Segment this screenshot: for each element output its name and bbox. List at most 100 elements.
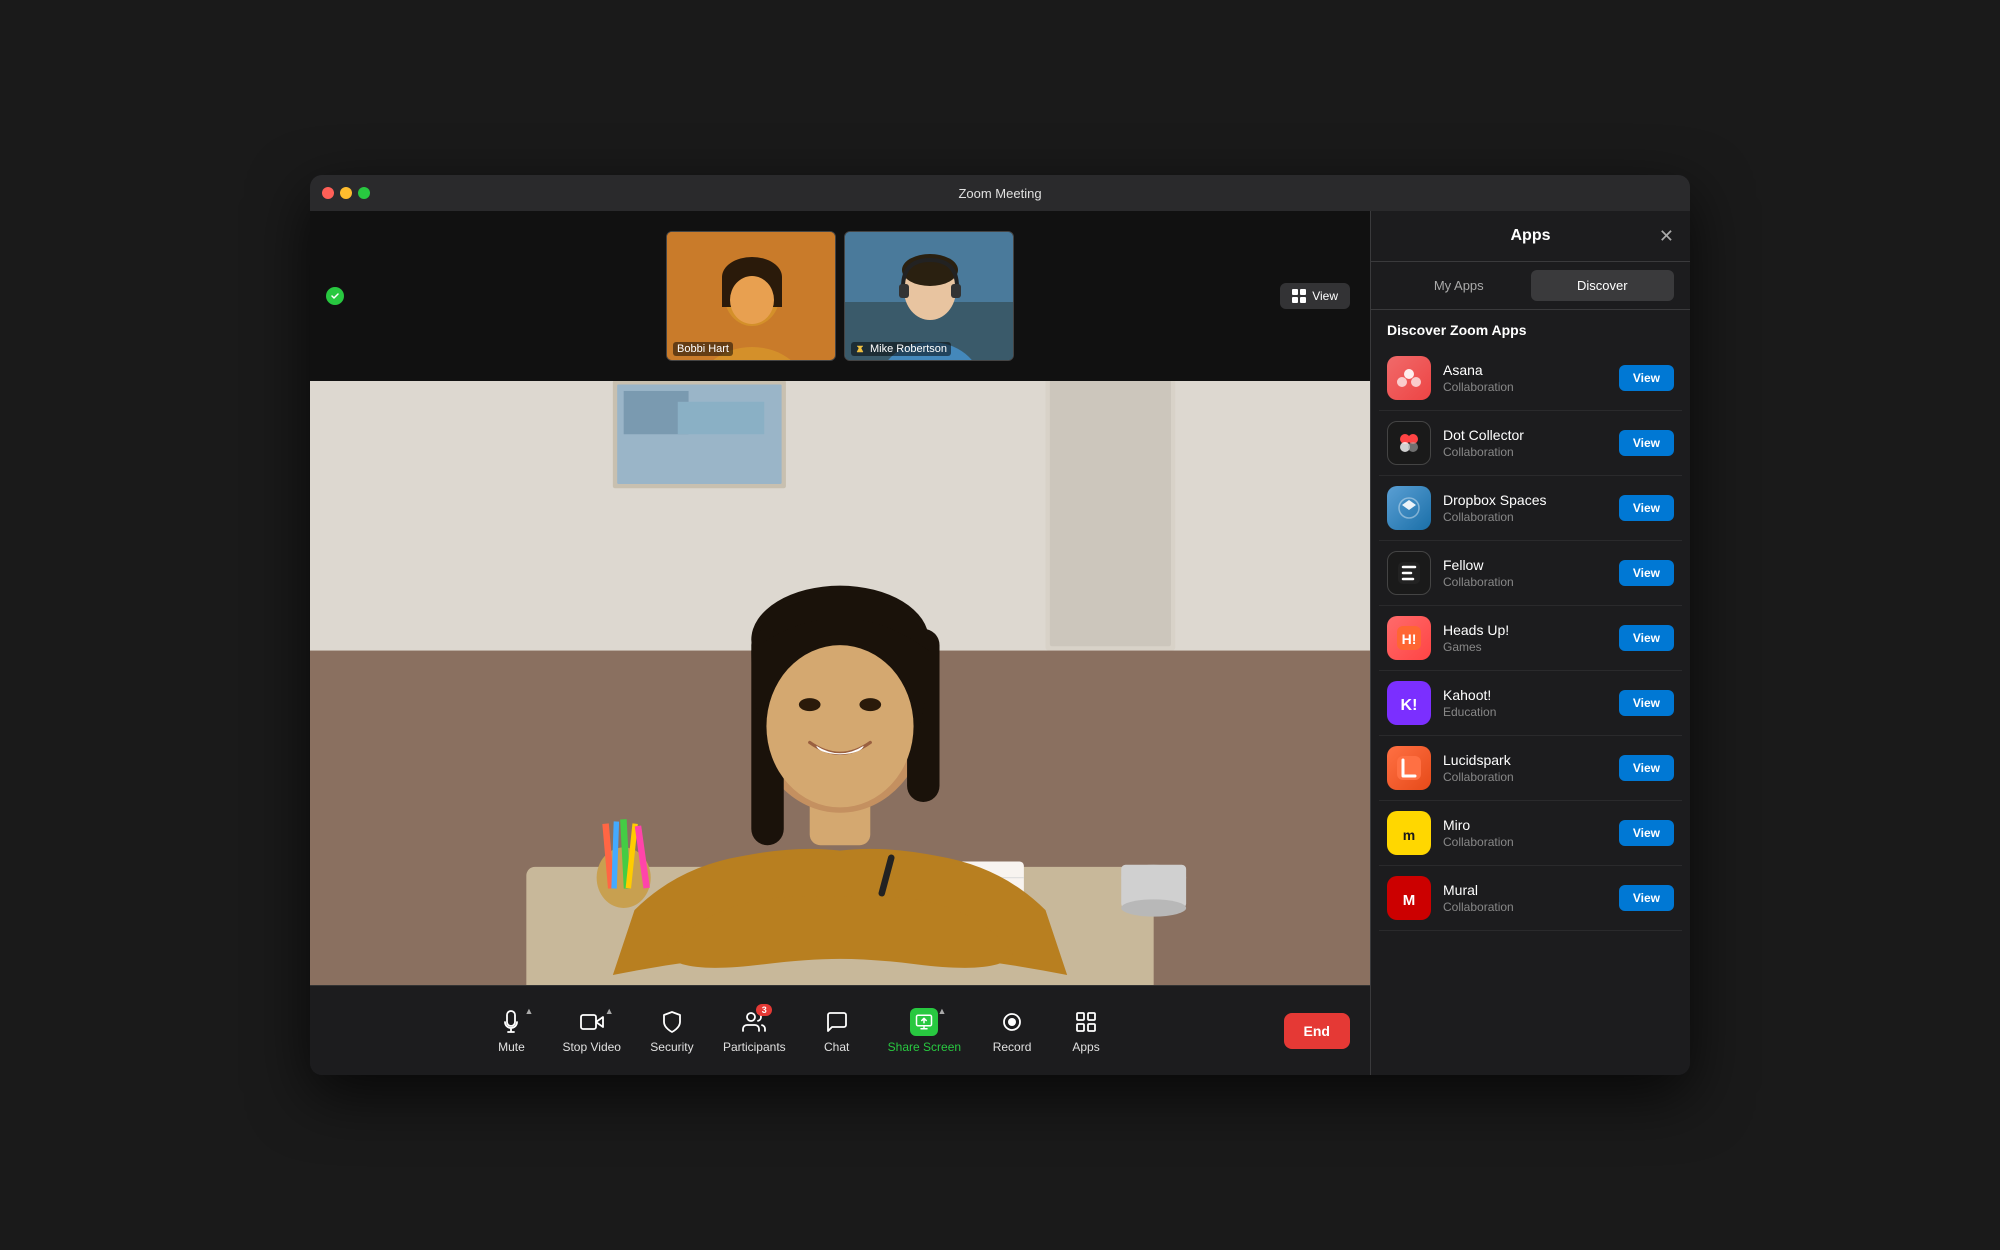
dot-collector-info: Dot Collector Collaboration xyxy=(1443,427,1607,459)
toolbar-item-chat[interactable]: Chat xyxy=(802,1000,872,1062)
kahoot-info: Kahoot! Education xyxy=(1443,687,1607,719)
toolbar-item-record[interactable]: Record xyxy=(977,1000,1047,1062)
lucidspark-name: Lucidspark xyxy=(1443,752,1607,768)
connection-indicator xyxy=(326,287,344,305)
mural-category: Collaboration xyxy=(1443,900,1607,914)
app-item-asana: Asana Collaboration View xyxy=(1379,346,1682,411)
svg-text:K!: K! xyxy=(1401,697,1418,714)
app-item-mural: M Mural Collaboration View xyxy=(1379,866,1682,931)
miro-icon: m xyxy=(1387,811,1431,855)
close-button[interactable] xyxy=(322,187,334,199)
fellow-category: Collaboration xyxy=(1443,575,1607,589)
kahoot-icon: K! xyxy=(1387,681,1431,725)
zoom-window: Zoom Meeting xyxy=(310,175,1690,1075)
security-icon-container xyxy=(658,1008,686,1036)
dropbox-name: Dropbox Spaces xyxy=(1443,492,1607,508)
asana-icon xyxy=(1387,356,1431,400)
app-item-fellow: Fellow Collaboration View xyxy=(1379,541,1682,606)
dot-collector-view-button[interactable]: View xyxy=(1619,430,1674,456)
apps-panel: Apps ✕ My Apps Discover Discover Zoom Ap… xyxy=(1370,211,1690,1075)
asana-name: Asana xyxy=(1443,362,1607,378)
apps-icon-container xyxy=(1072,1008,1100,1036)
maximize-button[interactable] xyxy=(358,187,370,199)
tab-discover[interactable]: Discover xyxy=(1531,270,1675,301)
thumbnail-bobbi-hart[interactable]: Bobbi Hart xyxy=(666,231,836,361)
dropbox-icon xyxy=(1387,486,1431,530)
dropbox-category: Collaboration xyxy=(1443,510,1607,524)
kahoot-view-button[interactable]: View xyxy=(1619,690,1674,716)
record-label: Record xyxy=(993,1040,1032,1054)
chat-label: Chat xyxy=(824,1040,849,1054)
thumbnail-video-1 xyxy=(667,232,835,360)
share-screen-chevron: ▲ xyxy=(937,1006,946,1016)
mural-icon: M xyxy=(1387,876,1431,920)
app-item-headsup: H! Heads Up! Games View xyxy=(1379,606,1682,671)
share-screen-icon-container: ▲ xyxy=(910,1008,938,1036)
video-background xyxy=(310,381,1370,985)
apps-label: Apps xyxy=(1072,1040,1099,1054)
app-item-dot-collector: Dot Collector Collaboration View xyxy=(1379,411,1682,476)
toolbar-item-stop-video[interactable]: ▲ Stop Video xyxy=(550,1000,633,1062)
svg-text:H!: H! xyxy=(1402,631,1417,647)
asana-view-button[interactable]: View xyxy=(1619,365,1674,391)
miro-view-button[interactable]: View xyxy=(1619,820,1674,846)
app-item-miro: m Miro Collaboration View xyxy=(1379,801,1682,866)
apps-panel-close[interactable]: ✕ xyxy=(1659,226,1674,247)
main-video xyxy=(310,381,1370,985)
thumbnail-mike-robertson[interactable]: Mike Robertson xyxy=(844,231,1014,361)
apps-tabs: My Apps Discover xyxy=(1371,262,1690,310)
fellow-icon xyxy=(1387,551,1431,595)
end-button[interactable]: End xyxy=(1284,1013,1350,1049)
tab-my-apps[interactable]: My Apps xyxy=(1387,270,1531,301)
lucidspark-info: Lucidspark Collaboration xyxy=(1443,752,1607,784)
toolbar-item-apps[interactable]: Apps xyxy=(1051,1000,1121,1062)
toolbar: ▲ Mute ▲ Stop Video xyxy=(310,985,1370,1075)
video-top-bar: Bobbi Hart xyxy=(310,211,1370,381)
dropbox-view-button[interactable]: View xyxy=(1619,495,1674,521)
stop-video-icon-container: ▲ xyxy=(578,1008,606,1036)
headsup-info: Heads Up! Games xyxy=(1443,622,1607,654)
thumbnails-container: Bobbi Hart xyxy=(666,231,1014,361)
toolbar-item-mute[interactable]: ▲ Mute xyxy=(476,1000,546,1062)
fellow-name: Fellow xyxy=(1443,557,1607,573)
headsup-view-button[interactable]: View xyxy=(1619,625,1674,651)
miro-info: Miro Collaboration xyxy=(1443,817,1607,849)
stop-video-chevron: ▲ xyxy=(605,1006,614,1016)
mute-icon-container: ▲ xyxy=(497,1008,525,1036)
discover-title: Discover Zoom Apps xyxy=(1371,310,1690,346)
participants-icon-container: 3 xyxy=(740,1008,768,1036)
miro-name: Miro xyxy=(1443,817,1607,833)
thumbnail-video-2 xyxy=(845,232,1013,360)
title-bar: Zoom Meeting xyxy=(310,175,1690,211)
lucidspark-icon xyxy=(1387,746,1431,790)
asana-category: Collaboration xyxy=(1443,380,1607,394)
window-title: Zoom Meeting xyxy=(958,186,1041,201)
minimize-button[interactable] xyxy=(340,187,352,199)
toolbar-item-participants[interactable]: 3 Participants xyxy=(711,1000,798,1062)
toolbar-item-security[interactable]: Security xyxy=(637,1000,707,1062)
apps-list: Asana Collaboration View xyxy=(1371,346,1690,1075)
mute-label: Mute xyxy=(498,1040,525,1054)
app-item-dropbox: Dropbox Spaces Collaboration View xyxy=(1379,476,1682,541)
mural-view-button[interactable]: View xyxy=(1619,885,1674,911)
toolbar-item-share-screen[interactable]: ▲ Share Screen xyxy=(876,1000,973,1062)
mic-icon xyxy=(499,1010,523,1034)
thumbnail-label-1: Bobbi Hart xyxy=(673,342,733,356)
toolbar-items: ▲ Mute ▲ Stop Video xyxy=(330,1000,1268,1062)
app-item-lucidspark: Lucidspark Collaboration View xyxy=(1379,736,1682,801)
asana-info: Asana Collaboration xyxy=(1443,362,1607,394)
miro-category: Collaboration xyxy=(1443,835,1607,849)
apps-icon xyxy=(1074,1010,1098,1034)
view-button[interactable]: View xyxy=(1280,283,1350,309)
camera-icon xyxy=(580,1010,604,1034)
mute-chevron: ▲ xyxy=(525,1006,534,1016)
fellow-view-button[interactable]: View xyxy=(1619,560,1674,586)
lucidspark-view-button[interactable]: View xyxy=(1619,755,1674,781)
share-screen-icon xyxy=(910,1008,938,1036)
headsup-name: Heads Up! xyxy=(1443,622,1607,638)
mural-info: Mural Collaboration xyxy=(1443,882,1607,914)
thumbnail-label-2: Mike Robertson xyxy=(851,342,951,356)
participants-label: Participants xyxy=(723,1040,786,1054)
headsup-category: Games xyxy=(1443,640,1607,654)
traffic-lights xyxy=(322,187,370,199)
